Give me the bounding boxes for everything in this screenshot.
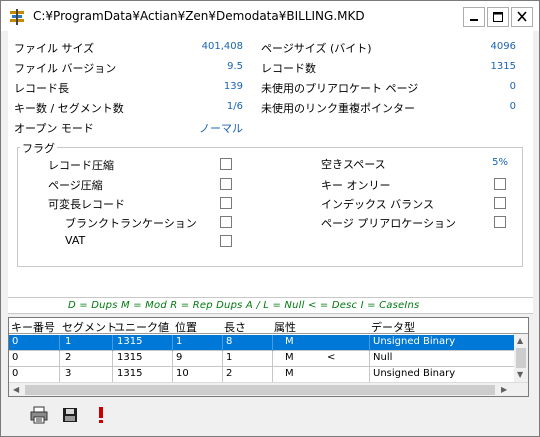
bottom-toolbar	[8, 403, 533, 431]
file-version-value: 9.5	[227, 61, 243, 72]
flag-record-compression-label: レコード圧縮	[48, 159, 114, 172]
print-icon	[30, 406, 48, 427]
close-button[interactable]	[511, 7, 533, 27]
table-row[interactable]: 0 1 1315 1 8 M Unsigned Binary	[9, 335, 528, 351]
warning-button[interactable]	[90, 405, 112, 427]
record-length-value: 139	[223, 81, 243, 92]
key-segment-grid[interactable]: キー番号 セグメント ユニーク値 位置 長さ 属性 データ型 0 1 1315 …	[8, 317, 529, 397]
maximize-button[interactable]	[487, 7, 509, 27]
cell-data-type: Unsigned Binary	[373, 368, 456, 379]
title-bar[interactable]: C:¥ProgramData¥Actian¥Zen¥Demodata¥BILLI…	[1, 1, 539, 31]
cell-unique-values: 1315	[117, 368, 143, 379]
cell-segment: 1	[65, 336, 72, 347]
free-space-value: 5%	[492, 157, 508, 168]
file-stats-window: C:¥ProgramData¥Actian¥Zen¥Demodata¥BILLI…	[0, 0, 540, 437]
save-button[interactable]	[59, 405, 81, 427]
cell-attribute-desc: <	[327, 352, 336, 363]
vertical-scrollbar[interactable]: ▲ ▼	[514, 334, 528, 382]
flag-vat-label: VAT	[65, 234, 86, 247]
vertical-scroll-thumb[interactable]	[516, 348, 526, 368]
page-size-label: ページサイズ (バイト)	[261, 42, 372, 55]
record-count-value: 1315	[490, 61, 516, 72]
cell-length: 1	[226, 352, 233, 363]
cell-length: 8	[226, 336, 233, 347]
scroll-left-icon[interactable]: ◀	[13, 385, 19, 394]
file-version-label: ファイル バージョン	[14, 62, 117, 75]
flag-blank-truncation-label: ブランクトランケーション	[65, 217, 197, 230]
file-size-label: ファイル サイズ	[14, 42, 95, 55]
key-segment-count-label: キー数 / セグメント数	[14, 102, 124, 115]
cell-segment: 3	[65, 368, 72, 379]
file-size-value: 401,408	[201, 41, 243, 52]
unused-dup-pointers-value: 0	[509, 101, 516, 112]
horizontal-scrollbar[interactable]: ◀ ▶	[9, 382, 528, 396]
table-row[interactable]: 0 2 1315 9 1 M < Null	[9, 351, 528, 367]
cell-data-type: Null	[373, 352, 393, 363]
horizontal-scroll-thumb[interactable]	[25, 385, 495, 395]
cell-segment: 2	[65, 352, 72, 363]
flag-page-preallocation-label: ページ プリアロケーション	[321, 217, 457, 230]
flag-key-only-checkbox[interactable]	[494, 178, 506, 190]
cell-key-number: 0	[12, 336, 19, 347]
exclamation-icon	[95, 406, 107, 427]
cell-unique-values: 1315	[117, 336, 143, 347]
app-icon	[9, 9, 25, 25]
attribute-legend-text: D = Dups M = Mod R = Rep Dups A / L = Nu…	[68, 300, 420, 311]
scroll-right-icon[interactable]: ▶	[501, 385, 507, 394]
attribute-legend-bar: D = Dups M = Mod R = Rep Dups A / L = Nu…	[8, 297, 533, 314]
flag-variable-length-label: 可変長レコード	[48, 198, 125, 211]
flag-blank-truncation-checkbox[interactable]	[220, 216, 232, 228]
file-info-panel: ファイル サイズ 401,408 ファイル バージョン 9.5 レコード長 13…	[8, 31, 533, 297]
open-mode-label: オープン モード	[14, 122, 94, 135]
cell-attribute: M	[285, 368, 294, 379]
cell-data-type: Unsigned Binary	[373, 336, 456, 347]
flag-record-compression-checkbox[interactable]	[220, 158, 232, 170]
key-segment-count-value: 1/6	[226, 101, 243, 112]
col-header-unique-values[interactable]: ユニーク値	[114, 319, 169, 335]
flag-key-only-label: キー オンリー	[321, 179, 391, 192]
col-header-attributes[interactable]: 属性	[274, 319, 296, 335]
cell-position: 10	[176, 368, 189, 379]
col-header-length[interactable]: 長さ	[224, 319, 246, 335]
unused-dup-pointers-label: 未使用のリンク重複ポインター	[261, 102, 415, 115]
flag-variable-length-checkbox[interactable]	[220, 197, 232, 209]
col-header-position[interactable]: 位置	[175, 319, 197, 335]
table-row[interactable]: 0 3 1315 10 2 M Unsigned Binary	[9, 367, 528, 383]
save-icon	[62, 407, 78, 426]
flag-index-balance-checkbox[interactable]	[494, 197, 506, 209]
cell-position: 9	[176, 352, 183, 363]
cell-unique-values: 1315	[117, 352, 143, 363]
unused-preallocated-pages-value: 0	[509, 81, 516, 92]
cell-attribute: M	[285, 352, 294, 363]
record-length-label: レコード長	[14, 82, 69, 95]
col-header-key-number[interactable]: キー番号	[11, 319, 55, 335]
grid-header: キー番号 セグメント ユニーク値 位置 長さ 属性 データ型	[9, 318, 528, 335]
window-title: C:¥ProgramData¥Actian¥Zen¥Demodata¥BILLI…	[33, 9, 365, 23]
flag-page-preallocation-checkbox[interactable]	[494, 216, 506, 228]
col-header-data-type[interactable]: データ型	[371, 319, 415, 335]
open-mode-value: ノーマル	[199, 122, 243, 135]
flag-page-compression-label: ページ圧縮	[48, 179, 103, 192]
flags-legend: フラグ	[20, 140, 57, 156]
flag-index-balance-label: インデックス バランス	[321, 198, 434, 211]
cell-key-number: 0	[12, 368, 19, 379]
cell-key-number: 0	[12, 352, 19, 363]
page-size-value: 4096	[490, 41, 516, 52]
print-button[interactable]	[28, 405, 50, 427]
scroll-up-icon[interactable]: ▲	[517, 336, 523, 345]
cell-position: 1	[176, 336, 183, 347]
col-header-segment[interactable]: セグメント	[62, 319, 117, 335]
record-count-label: レコード数	[261, 62, 316, 75]
flag-page-compression-checkbox[interactable]	[220, 178, 232, 190]
minimize-button[interactable]	[463, 7, 485, 27]
cell-length: 2	[226, 368, 233, 379]
flag-vat-checkbox[interactable]	[220, 235, 232, 247]
cell-attribute: M	[285, 336, 294, 347]
free-space-label: 空きスペース	[321, 158, 386, 171]
scroll-down-icon[interactable]: ▼	[517, 370, 523, 379]
unused-preallocated-pages-label: 未使用のプリアロケート ページ	[261, 82, 419, 95]
